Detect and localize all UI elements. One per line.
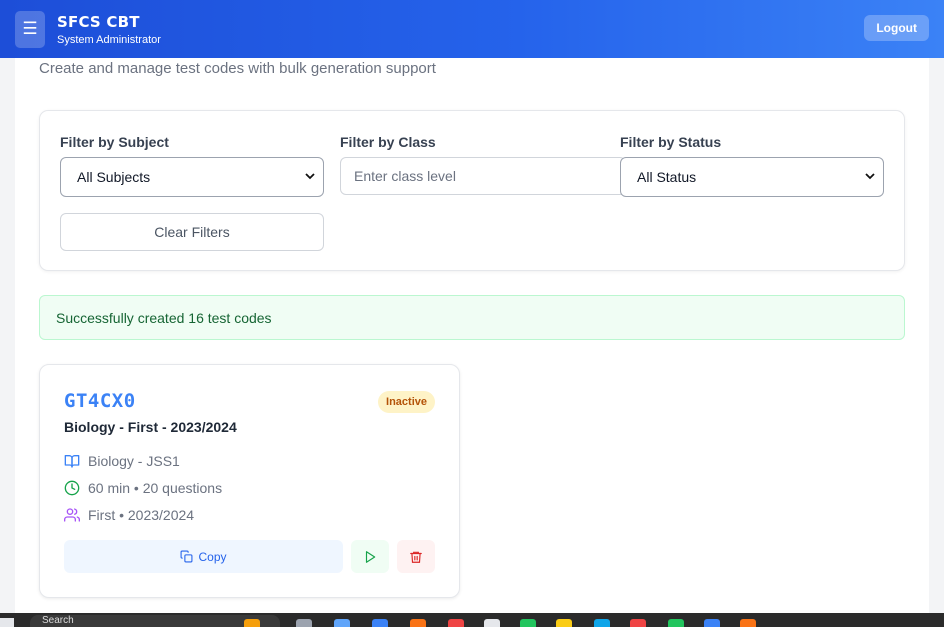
app-icon[interactable] [372,619,388,627]
term-row: First • 2023/2024 [64,507,194,523]
copy-button[interactable]: Copy [64,540,343,573]
clear-filters-button[interactable]: Clear Filters [60,213,324,251]
filters-card: Filter by Subject All Subjects Filter by… [39,110,905,271]
app-icon[interactable] [484,619,500,627]
test-code-card: GT4CX0 Inactive Biology - First - 2023/2… [39,364,460,598]
class-input-placeholder: Enter class level [354,168,456,184]
user-role: System Administrator [57,33,161,46]
play-icon [365,550,376,563]
users-icon [64,508,80,522]
spotify-icon[interactable] [668,619,684,627]
taskbar-search[interactable]: Search [30,615,280,627]
subject-class-row: Biology - JSS1 [64,453,180,469]
vscode-icon[interactable] [704,619,720,627]
copy-icon [181,550,193,563]
os-taskbar: Search [0,613,944,627]
card-title: Biology - First - 2023/2024 [64,419,237,435]
term-text: First • 2023/2024 [88,507,195,523]
chrome-icon[interactable] [630,619,646,627]
duration-text: 60 min • 20 questions [88,480,223,496]
app-title: SFCS CBT [57,12,140,31]
clock-icon [64,480,80,496]
class-input[interactable]: Enter class level [340,157,626,195]
status-badge: Inactive [378,391,435,413]
main-panel: Create and manage test codes with bulk g… [15,58,929,613]
duration-row: 60 min • 20 questions [64,480,222,496]
brand: SFCS CBT System Administrator [57,13,161,46]
chevron-down-icon [865,170,875,184]
subject-class-text: Biology - JSS1 [88,453,180,469]
status-select[interactable]: All Status [620,157,884,197]
logout-button[interactable]: Logout [864,15,929,41]
subject-select[interactable]: All Subjects [60,157,324,197]
class-filter-label: Filter by Class [340,134,436,150]
activate-button[interactable] [351,540,389,573]
task-view-icon[interactable] [296,619,312,627]
whatsapp-icon[interactable] [520,619,536,627]
status-filter-label: Filter by Status [620,134,722,150]
page-subtitle: Create and manage test codes with bulk g… [39,60,436,77]
app-icon[interactable] [740,619,756,627]
menu-icon[interactable]: ☰ [15,10,45,48]
book-icon [64,455,80,468]
app-icon[interactable] [594,619,610,627]
windows-start-icon[interactable] [0,618,14,627]
app-icon[interactable] [448,619,464,627]
app-icon[interactable] [410,619,426,627]
subject-select-value: All Subjects [77,169,151,185]
trash-icon [410,551,422,563]
app-icon[interactable] [334,619,350,627]
test-code: GT4CX0 [64,390,136,412]
success-alert: Successfully created 16 test codes [39,295,905,340]
folder-icon[interactable] [556,619,572,627]
delete-button[interactable] [397,540,435,573]
subject-filter-label: Filter by Subject [60,134,169,150]
copy-label: Copy [198,549,227,564]
status-select-value: All Status [637,169,697,185]
chevron-down-icon [305,170,315,184]
app-header: ☰ SFCS CBT System Administrator Logout [0,0,944,58]
widget-icon[interactable] [244,619,260,627]
